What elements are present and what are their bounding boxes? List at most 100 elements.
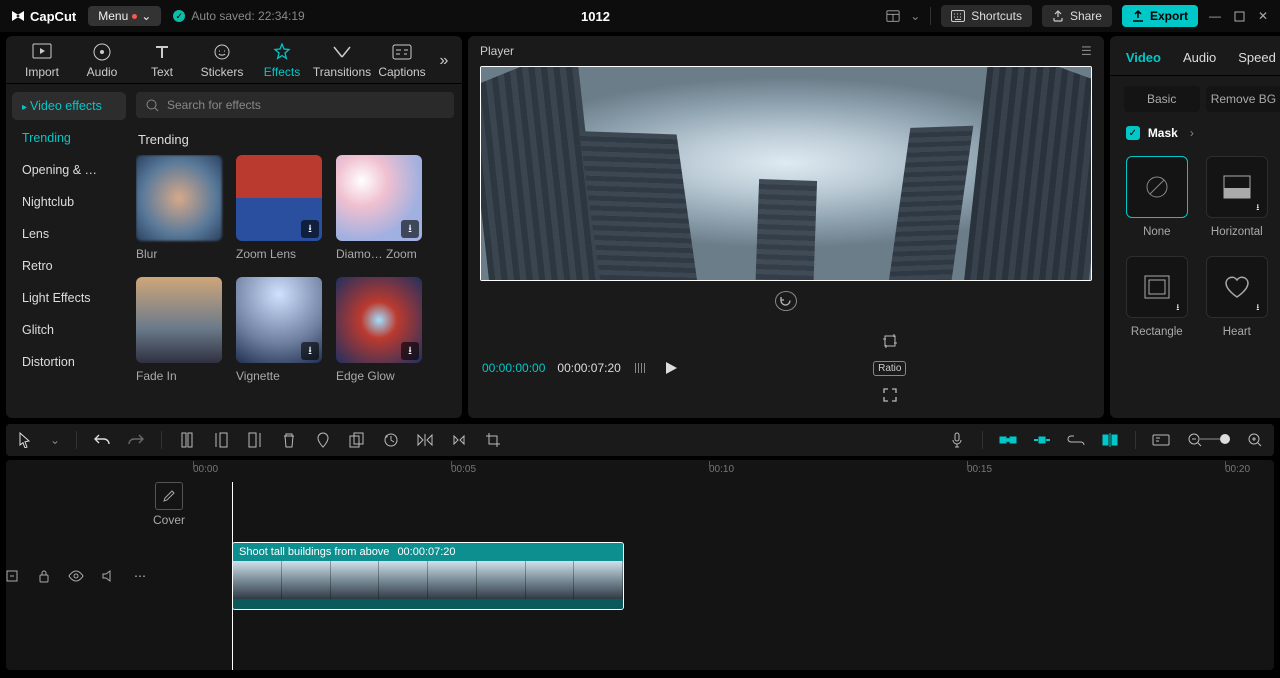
zoom-slider[interactable] — [1220, 433, 1230, 447]
horizontal-icon — [1222, 174, 1252, 200]
undo-button[interactable] — [93, 431, 111, 449]
tab-transitions[interactable]: Transitions — [314, 42, 370, 79]
download-icon: ⭳ — [301, 220, 319, 238]
tabs-more-icon[interactable]: » — [434, 52, 454, 70]
tab-text[interactable]: Text — [134, 42, 190, 79]
align-snap-icon[interactable] — [1101, 431, 1119, 449]
share-button[interactable]: Share — [1042, 5, 1112, 27]
stickers-icon — [212, 42, 232, 62]
mirror-tool[interactable] — [416, 431, 434, 449]
dot-icon — [132, 14, 137, 19]
cat-opening[interactable]: Opening & … — [12, 156, 126, 184]
refresh-button[interactable] — [775, 291, 797, 311]
insp-tab-speed[interactable]: Speed — [1238, 50, 1276, 65]
mask-none[interactable]: None — [1126, 156, 1188, 238]
crop-tool[interactable] — [484, 431, 502, 449]
marker-tool[interactable] — [314, 431, 332, 449]
preview-toggle-icon[interactable] — [1152, 431, 1170, 449]
player-panel: Player ☰ 00:00:00:00 00:00:07:20 Ratio — [468, 36, 1104, 418]
rectangle-icon — [1142, 273, 1172, 301]
inspector-tabs: Video Audio Speed Animation Adjustment — [1110, 42, 1280, 76]
mask-horizontal[interactable]: ⭳Horizontal — [1206, 156, 1268, 238]
download-icon: ⭳ — [1251, 301, 1265, 315]
link-snap-icon[interactable] — [1033, 431, 1051, 449]
effect-card[interactable]: Fade In — [136, 277, 222, 383]
maximize-icon[interactable] — [1232, 9, 1246, 23]
export-button[interactable]: Export — [1122, 5, 1198, 27]
subtab-basic[interactable]: Basic — [1124, 86, 1200, 112]
mute-icon[interactable] — [99, 567, 117, 585]
effect-thumb: ⭳ — [236, 277, 322, 363]
tab-stickers[interactable]: Stickers — [194, 42, 250, 79]
minimize-icon[interactable]: — — [1208, 9, 1222, 23]
link-icon[interactable] — [1067, 431, 1085, 449]
timeline-ruler[interactable]: 00:00 00:05 00:10 00:15 00:20 — [6, 460, 1274, 482]
pencil-icon — [162, 489, 176, 503]
clip-thumbnails — [233, 561, 623, 599]
more-icon[interactable]: ⋯ — [131, 567, 149, 585]
shortcuts-button[interactable]: Shortcuts — [941, 5, 1032, 27]
clip[interactable]: Shoot tall buildings from above 00:00:07… — [232, 542, 624, 610]
cat-trending[interactable]: Trending — [12, 124, 126, 152]
play-button[interactable] — [665, 361, 678, 375]
effect-card[interactable]: ⭳Zoom Lens — [236, 155, 322, 261]
cat-light-effects[interactable]: Light Effects — [12, 284, 126, 312]
cat-distortion[interactable]: Distortion — [12, 348, 126, 376]
duplicate-tool[interactable] — [348, 431, 366, 449]
trim-right-tool[interactable] — [246, 431, 264, 449]
cat-nightclub[interactable]: Nightclub — [12, 188, 126, 216]
mask-checkbox[interactable]: ✓ — [1126, 126, 1140, 140]
close-icon[interactable]: ✕ — [1256, 9, 1270, 23]
tab-audio[interactable]: Audio — [74, 42, 130, 79]
insp-tab-audio[interactable]: Audio — [1183, 50, 1216, 65]
download-icon: ⭳ — [1171, 301, 1185, 315]
chevron-down-icon[interactable]: ⌄ — [910, 9, 920, 23]
step-back-icon[interactable] — [633, 362, 647, 374]
zoom-in-icon[interactable] — [1246, 431, 1264, 449]
delete-tool[interactable] — [280, 431, 298, 449]
app-name: CapCut — [30, 9, 76, 24]
split-tool[interactable] — [178, 431, 196, 449]
tab-captions[interactable]: Captions — [374, 42, 430, 79]
fullscreen-icon[interactable] — [883, 388, 897, 402]
insp-tab-video[interactable]: Video — [1126, 50, 1161, 65]
chevron-right-icon[interactable]: › — [1190, 126, 1194, 140]
cat-glitch[interactable]: Glitch — [12, 316, 126, 344]
cover-button[interactable]: Cover — [152, 482, 186, 670]
menu-button[interactable]: Menu ⌄ — [88, 6, 161, 26]
magnet-snap-icon[interactable] — [999, 431, 1017, 449]
trim-left-tool[interactable] — [212, 431, 230, 449]
chevron-down-icon[interactable]: ⌄ — [50, 431, 60, 449]
cat-retro[interactable]: Retro — [12, 252, 126, 280]
hamburger-icon[interactable]: ☰ — [1081, 44, 1092, 58]
reverse-tool[interactable] — [382, 431, 400, 449]
zoom-out-icon[interactable] — [1186, 431, 1204, 449]
pointer-tool[interactable] — [16, 431, 34, 449]
crop-icon[interactable] — [882, 333, 898, 349]
tab-import[interactable]: Import — [14, 42, 70, 79]
ruler-mark: 00:15 — [967, 464, 992, 475]
lock-icon[interactable] — [35, 567, 53, 585]
subtab-removebg[interactable]: Remove BG — [1206, 86, 1280, 112]
effect-card[interactable]: ⭳Edge Glow — [336, 277, 422, 383]
mask-heart[interactable]: ⭳Heart — [1206, 256, 1268, 338]
cat-lens[interactable]: Lens — [12, 220, 126, 248]
settings-icon[interactable] — [3, 567, 21, 585]
effect-card[interactable]: ⭳Diamo… Zoom — [336, 155, 422, 261]
player-canvas[interactable] — [480, 66, 1092, 281]
search-input[interactable]: Search for effects — [136, 92, 454, 118]
autosave-status: ✓ Auto saved: 22:34:19 — [173, 9, 304, 23]
redo-button[interactable] — [127, 431, 145, 449]
layout-icon[interactable] — [886, 9, 900, 23]
track-area[interactable]: Shoot tall buildings from above 00:00:07… — [186, 482, 1274, 670]
effect-card[interactable]: ⭳Vignette — [236, 277, 322, 383]
download-icon: ⭳ — [1251, 201, 1265, 215]
tab-effects[interactable]: Effects — [254, 42, 310, 79]
cat-video-effects[interactable]: ▸Video effects — [12, 92, 126, 120]
rotate-tool[interactable] — [450, 431, 468, 449]
mic-icon[interactable] — [948, 431, 966, 449]
effect-card[interactable]: Blur — [136, 155, 222, 261]
eye-icon[interactable] — [67, 567, 85, 585]
mask-rectangle[interactable]: ⭳Rectangle — [1126, 256, 1188, 338]
ratio-button[interactable]: Ratio — [873, 361, 906, 376]
